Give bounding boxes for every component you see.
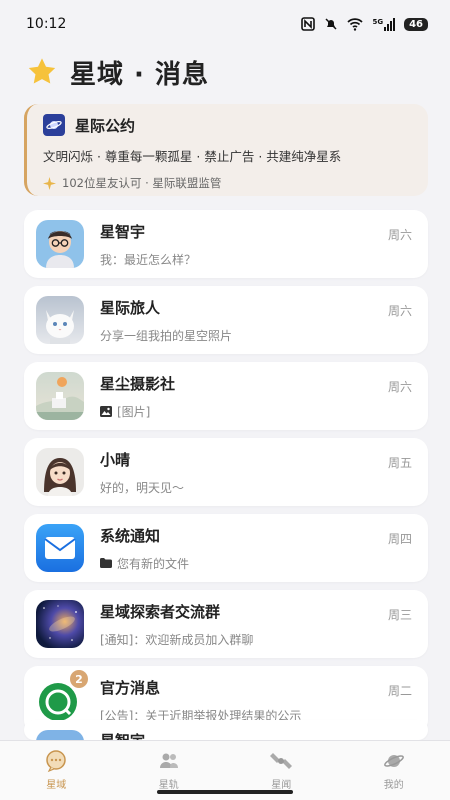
conversation-item[interactable]: 星际旅人 分享一组我拍的星空照片 周六 [24,286,428,354]
unread-badge: 2 [70,670,88,688]
conversation-name: 星际旅人 [100,298,161,317]
tab-label: 星闻 [271,780,292,791]
nfc-icon [301,17,316,31]
image-icon [100,405,112,417]
avatar [36,448,84,496]
avatar [36,372,84,420]
status-icons: 5G 46 [301,17,428,31]
battery-indicator: 46 [404,17,428,31]
conversation-name: 星智宇 [100,222,146,241]
tab-label: 星域 [46,780,67,791]
avatar [36,296,84,344]
conversation-item[interactable]: 小晴 好的，明天见～ 周五 [24,438,428,506]
conversation-day: 周六 [387,228,412,242]
conversation-name: 星尘摄影社 [100,374,176,393]
avatar [36,730,84,740]
notice-title: 星际公约 [75,116,136,135]
status-time: 10:12 [26,16,67,32]
official-chat-icon: 2 [36,670,88,724]
conversation-name: 星域探索者交流群 [100,602,221,621]
status-bar: 10:12 5G 46 [0,0,450,48]
planet-icon [383,755,404,767]
conversation-preview: 我：最近怎么样？ [100,252,197,267]
conversation-preview: 分享一组我拍的星空照片 [100,328,233,343]
tab-xingyu[interactable]: 星域 [0,741,113,800]
signal-icon: 5G [372,17,396,31]
conversation-name: 星智宇 [100,730,416,740]
tab-label: 我的 [383,780,404,791]
folder-icon [100,558,112,568]
conversation-item[interactable]: 系统通知 您有新的文件 周四 [24,514,428,582]
home-indicator[interactable] [157,790,293,794]
page-header: 星域 · 消息 [26,52,209,92]
sparkle-icon [43,176,56,190]
conversation-day: 周五 [387,456,412,470]
conversation-preview: 您有新的文件 [117,556,190,571]
convention-notice[interactable]: 星际公约 文明闪烁 · 尊重每一颗孤星 · 禁止广告 · 共建纯净星系 102位… [24,104,428,196]
satellite-icon [270,753,293,769]
notice-body: 文明闪烁 · 尊重每一颗孤星 · 禁止广告 · 共建纯净星系 [43,149,342,164]
wifi-icon [347,17,364,31]
conversation-preview: 好的，明天见～ [100,480,185,495]
conversation-day: 周六 [387,304,412,318]
chat-bubble-icon [46,750,66,773]
conversation-item[interactable]: 星智宇 [24,720,428,740]
conversation-name: 系统通知 [100,526,161,545]
mail-app-icon [36,524,84,572]
conversation-name: 官方消息 [100,678,161,697]
conversation-preview: [通知]：欢迎新成员加入群聊 [100,632,254,647]
conversation-name: 小晴 [100,450,131,469]
mute-bell-icon [325,18,337,30]
notice-footer: 102位星友认可 · 星际联盟监管 [62,176,222,190]
contacts-icon [159,753,178,768]
conversation-item[interactable]: 星尘摄影社 [图片] 周六 [24,362,428,430]
tab-label: 星轨 [158,780,179,791]
planet-logo-icon [43,114,65,136]
avatar [36,600,84,648]
tab-mine[interactable]: 我的 [338,741,450,800]
page-title: 星域 · 消息 [70,59,209,90]
conversation-day: 周三 [387,608,412,622]
conversation-item[interactable]: 星智宇 我：最近怎么样？ 周六 [24,210,428,278]
conversation-preview: [图片] [117,404,151,419]
conversation-day: 周二 [387,684,412,698]
avatar [36,220,84,268]
conversation-item[interactable]: 星域探索者交流群 [通知]：欢迎新成员加入群聊 周三 [24,590,428,658]
conversation-day: 周六 [387,380,412,394]
conversation-day: 周四 [387,532,412,546]
star-icon [28,58,56,84]
